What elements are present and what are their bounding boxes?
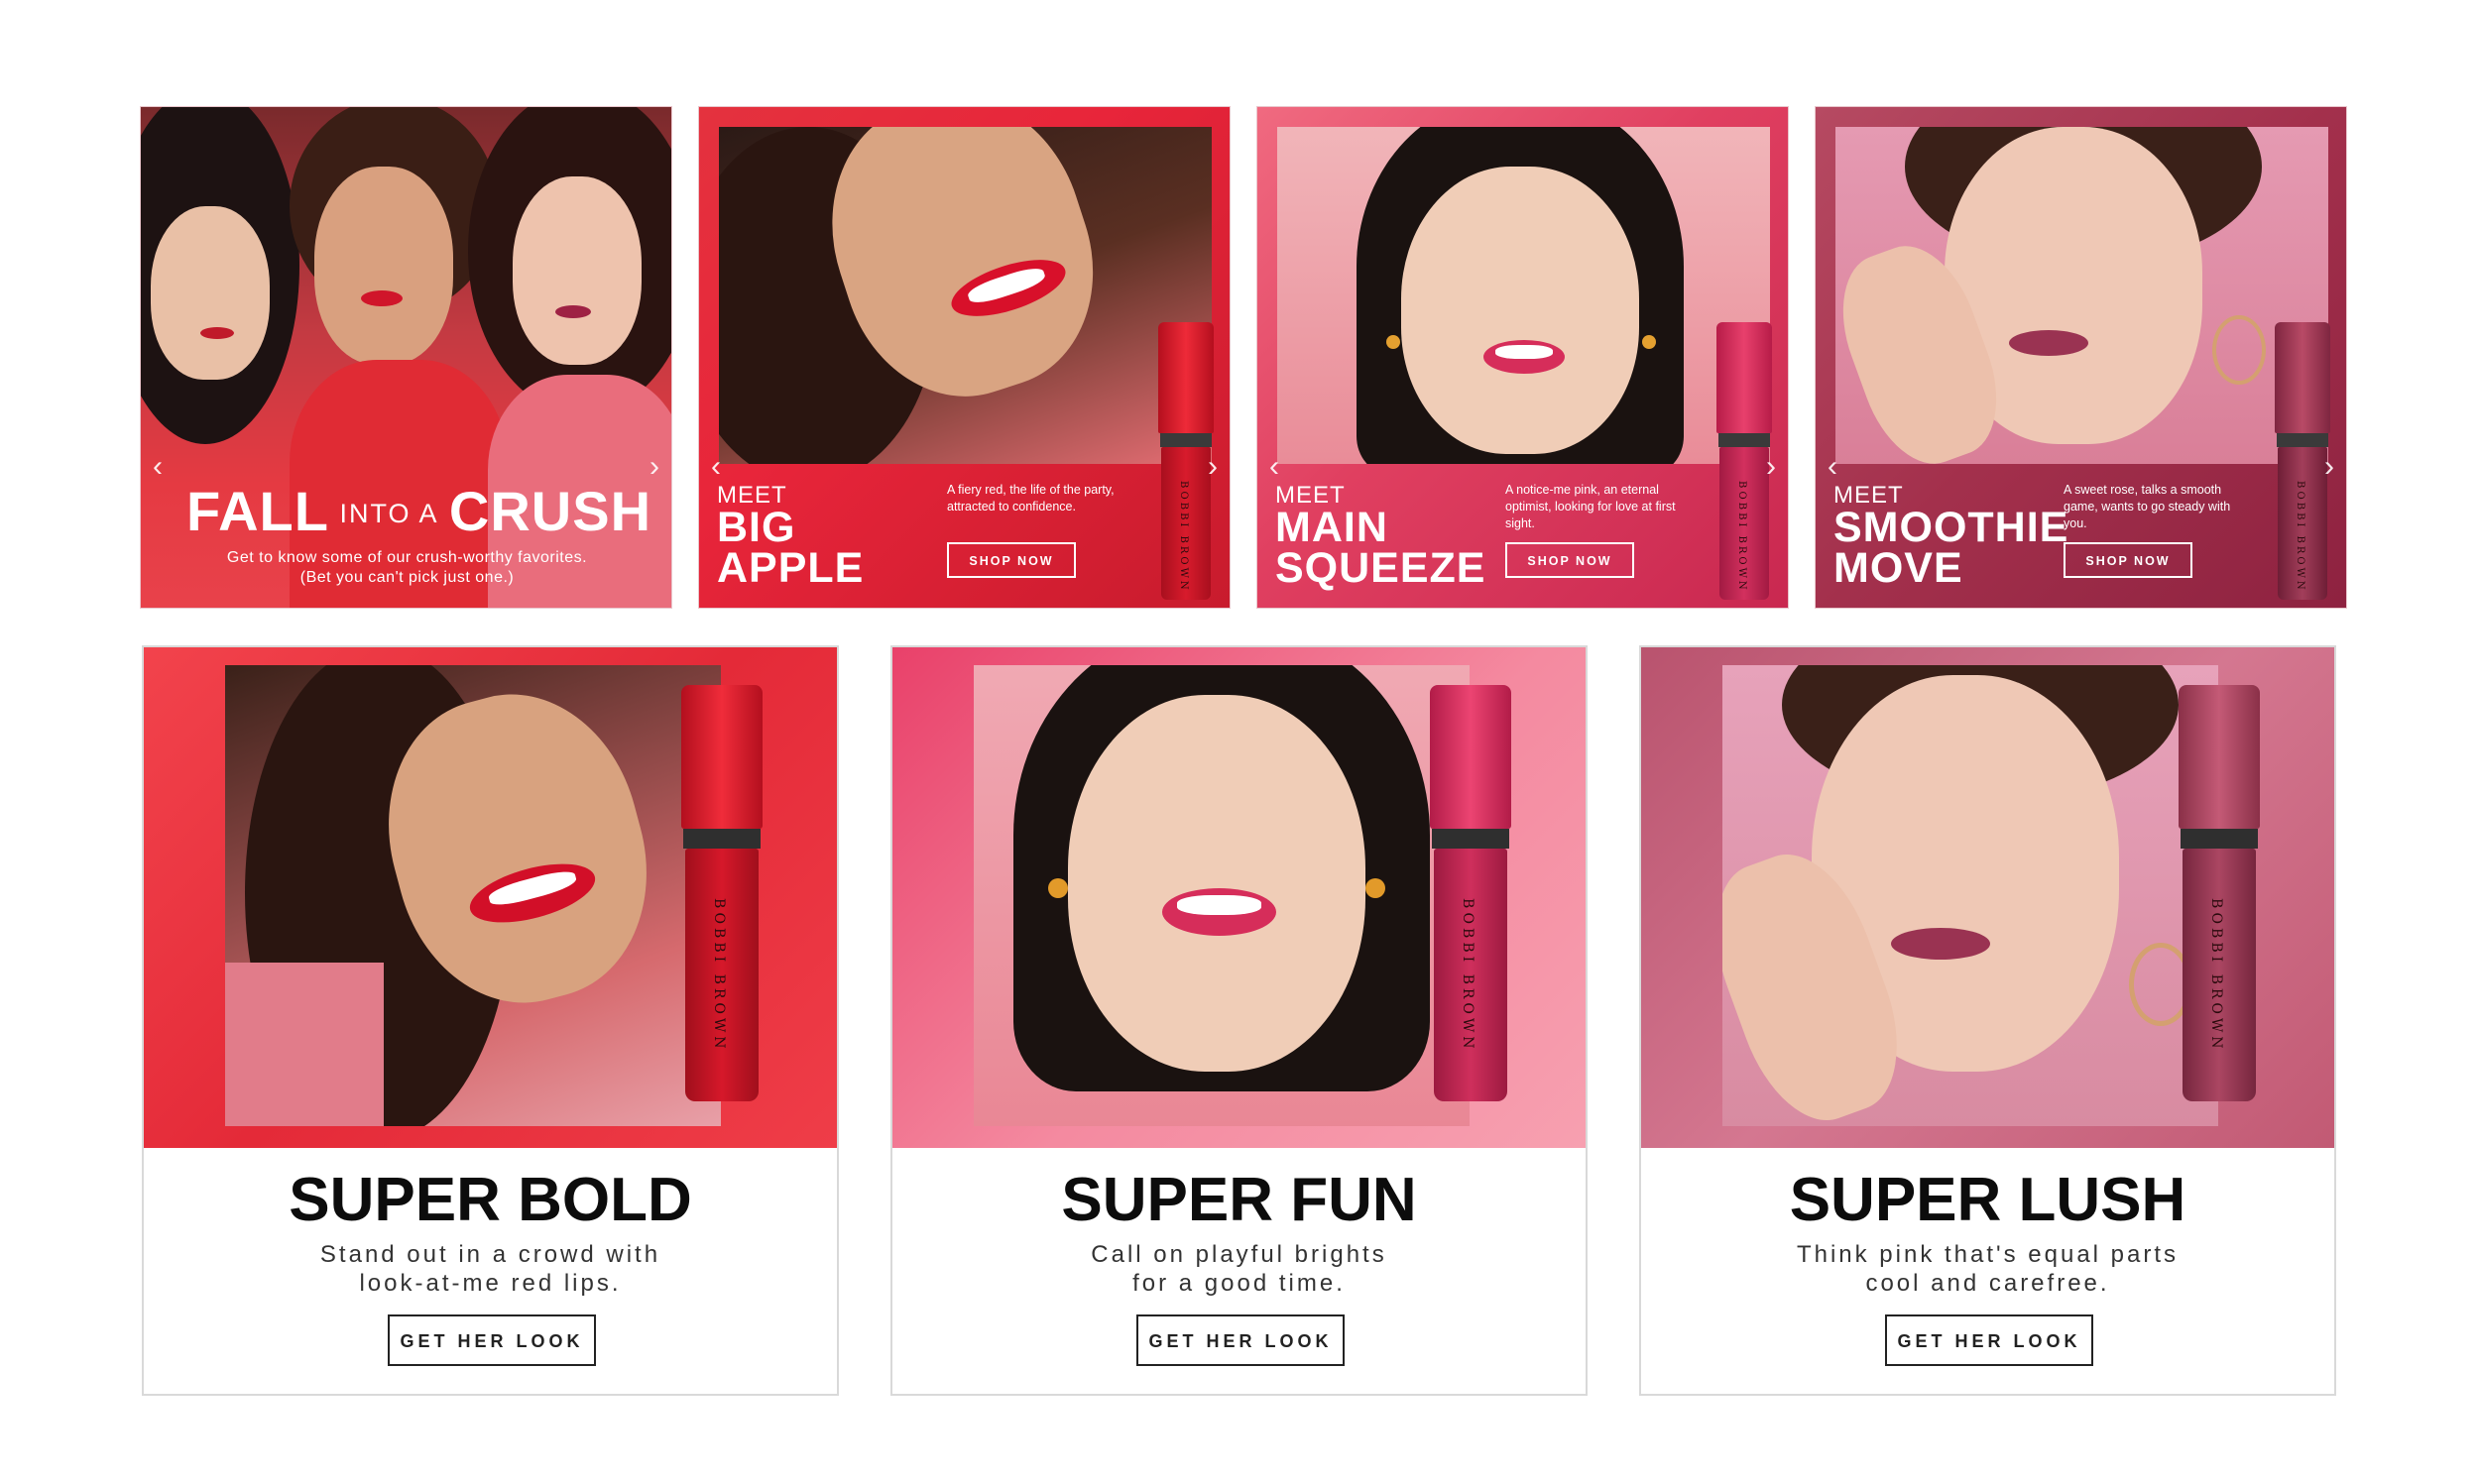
face-right (513, 176, 642, 365)
get-her-look-button[interactable]: GET HER LOOK (1136, 1314, 1345, 1366)
card-title: SUPER BOLD (289, 1166, 692, 1234)
banner-fall-into-a-crush[interactable]: ‹ › FALL INTO A CRUSH Get to know some o… (140, 106, 672, 609)
shade-description: A notice-me pink, an eternal optimist, l… (1505, 483, 1676, 530)
card-super-lush[interactable]: BOBBI BROWN SUPER LUSH Think pink that's… (1639, 645, 2336, 1396)
face-middle (314, 167, 453, 365)
shade-name: SMOOTHIE MOVE (1833, 504, 2069, 592)
chevron-right-icon[interactable]: › (644, 450, 665, 484)
lip-gloss-tube: BOBBI BROWN (1430, 685, 1511, 1101)
lip-gloss-tube: BOBBI BROWN (681, 685, 763, 1101)
model-photo (225, 665, 721, 1126)
shade-description: A sweet rose, talks a smooth game, wants… (2064, 483, 2231, 530)
card-title: SUPER FUN (1061, 1166, 1417, 1234)
face (1068, 695, 1365, 1072)
card-hero-image: BOBBI BROWN (892, 647, 1586, 1148)
shop-now-button[interactable]: SHOP NOW (2064, 542, 2192, 578)
shop-now-button[interactable]: SHOP NOW (947, 542, 1076, 578)
model-photo (974, 665, 1470, 1126)
card-subtitle: Think pink that's equal parts cool and c… (1796, 1241, 2180, 1297)
shade-name: BIG APPLE (717, 504, 865, 592)
model-photo (719, 127, 1212, 464)
shop-now-button[interactable]: SHOP NOW (1505, 542, 1634, 578)
face-left (151, 206, 270, 380)
model-photo (1835, 127, 2328, 464)
card-hero-image: BOBBI BROWN (1641, 647, 2334, 1148)
chevron-right-icon[interactable]: › (1760, 450, 1782, 484)
card-super-fun[interactable]: BOBBI BROWN SUPER FUN Call on playful br… (890, 645, 1588, 1396)
banner-subtext: Get to know some of our crush-worthy fav… (226, 549, 588, 586)
banner-headline: FALL INTO A CRUSH (186, 480, 652, 542)
chevron-right-icon[interactable]: › (1202, 450, 1224, 484)
card-super-bold[interactable]: BOBBI BROWN SUPER BOLD Stand out in a cr… (142, 645, 839, 1396)
shade-name: MAIN SQUEEZE (1275, 504, 1486, 592)
banner-smoothie-move[interactable]: BOBBI BROWN ‹ › MEET SMOOTHIE MOVE A swe… (1815, 106, 2347, 609)
banner-main-squeeze[interactable]: BOBBI BROWN ‹ › MEET MAIN SQUEEZE A noti… (1256, 106, 1789, 609)
get-her-look-button[interactable]: GET HER LOOK (388, 1314, 596, 1366)
model-photo (1722, 665, 2218, 1126)
banner-big-apple[interactable]: BOBBI BROWN ‹ › MEET BIG APPLE A fiery r… (698, 106, 1231, 609)
chevron-left-icon[interactable]: ‹ (1822, 450, 1843, 484)
card-subtitle: Call on playful brights for a good time. (1091, 1241, 1387, 1297)
lip-gloss-tube: BOBBI BROWN (2179, 685, 2260, 1101)
card-hero-image: BOBBI BROWN (144, 647, 837, 1148)
face (1401, 167, 1639, 454)
chevron-left-icon[interactable]: ‹ (147, 450, 169, 484)
card-subtitle: Stand out in a crowd with look-at-me red… (319, 1241, 661, 1297)
chevron-left-icon[interactable]: ‹ (705, 450, 727, 484)
model-photo (1277, 127, 1770, 464)
shade-description: A fiery red, the life of the party, attr… (947, 483, 1115, 514)
chevron-right-icon[interactable]: › (2318, 450, 2340, 484)
chevron-left-icon[interactable]: ‹ (1263, 450, 1285, 484)
get-her-look-button[interactable]: GET HER LOOK (1885, 1314, 2093, 1366)
card-title: SUPER LUSH (1789, 1166, 2186, 1234)
